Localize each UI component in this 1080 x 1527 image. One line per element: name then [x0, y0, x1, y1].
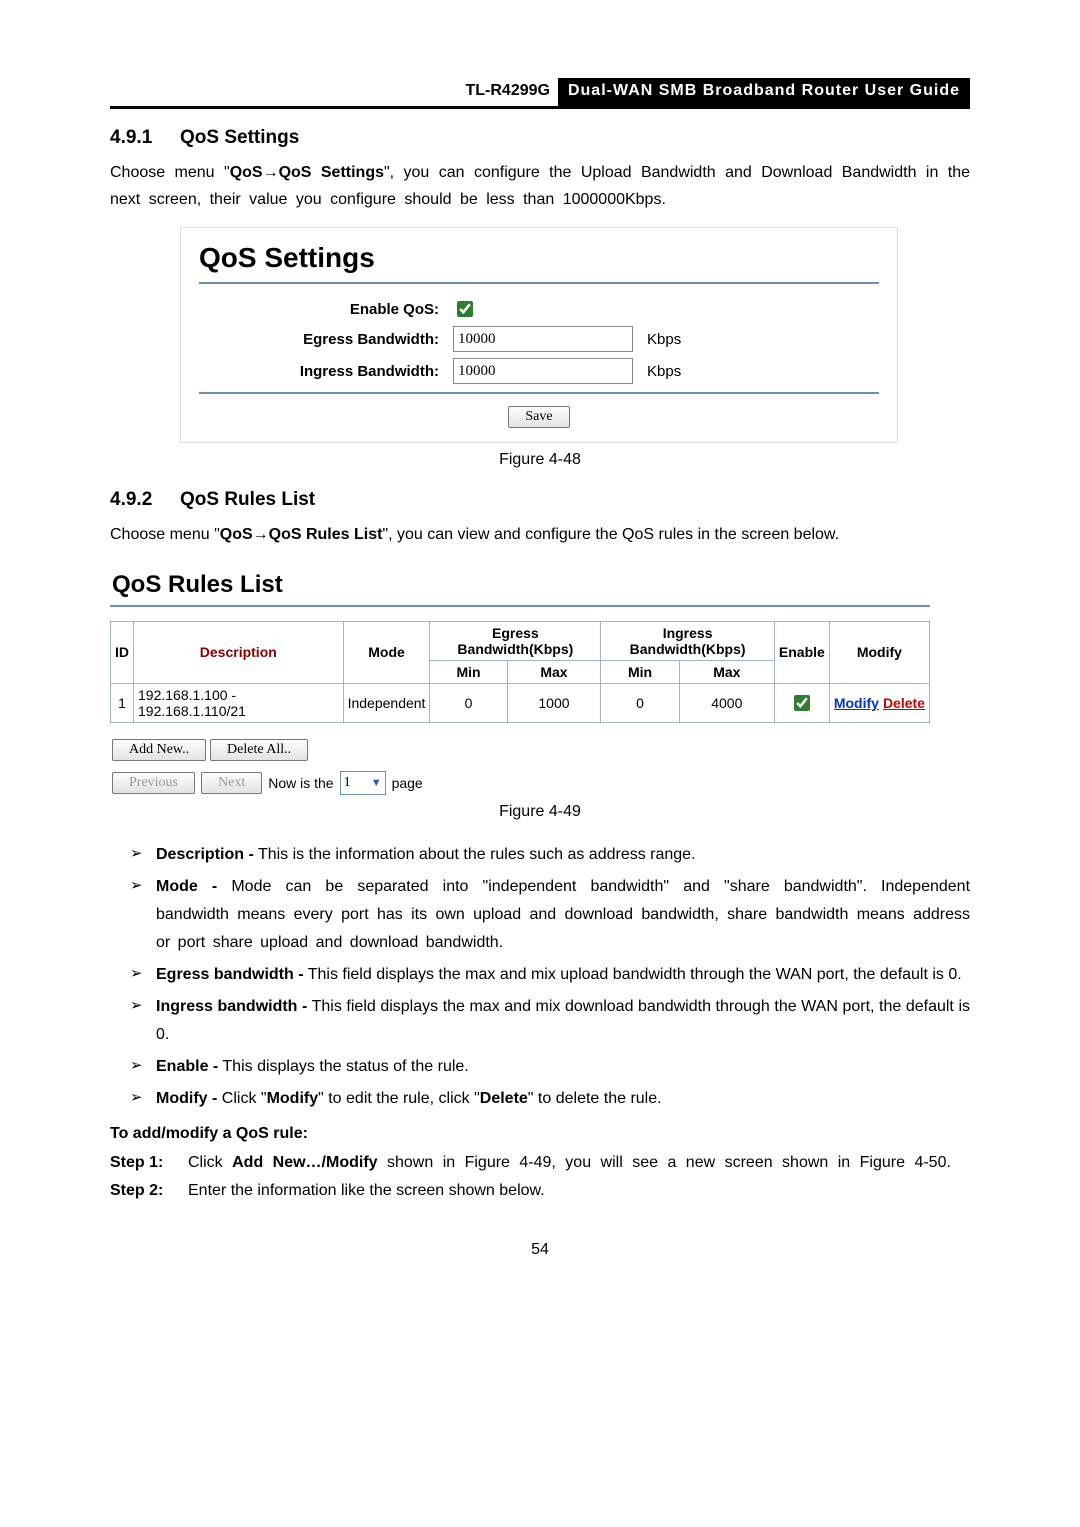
col-egress-max: Max [507, 660, 601, 683]
cell-egress-min: 0 [430, 683, 507, 722]
col-ingress: Ingress Bandwidth(Kbps) [601, 621, 775, 660]
qos-rules-table: ID Description Mode Egress Bandwidth(Kbp… [110, 621, 930, 723]
model-code: TL-R4299G [458, 78, 558, 106]
chevron-down-icon: ▼ [370, 777, 382, 789]
list-item: Modify - Click "Modify" to edit the rule… [130, 1085, 970, 1113]
section-4-9-2-para: Choose menu "QoS→QoS Rules List", you ca… [110, 521, 970, 548]
enable-qos-label: Enable QoS: [199, 301, 453, 318]
page-number: 1 [344, 775, 351, 791]
col-ingress-max: Max [679, 660, 774, 683]
rule-enable-checkbox[interactable] [794, 695, 810, 711]
egress-bandwidth-input[interactable] [453, 326, 633, 352]
cell-egress-max: 1000 [507, 683, 601, 722]
step-label: Step 2: [110, 1177, 188, 1205]
add-modify-heading: To add/modify a QoS rule: [110, 1125, 970, 1143]
section-number: 4.9.2 [110, 489, 180, 511]
table-row: 1 192.168.1.100 - 192.168.1.110/21 Indep… [111, 683, 930, 722]
col-egress: Egress Bandwidth(Kbps) [430, 621, 601, 660]
cell-enable [774, 683, 829, 722]
section-title: QoS Rules List [180, 489, 315, 510]
panel-title: QoS Rules List [112, 571, 930, 599]
qos-settings-panel: QoS Settings Enable QoS: Egress Bandwidt… [180, 227, 898, 443]
page-select[interactable]: 1 ▼ [340, 771, 386, 795]
step-2: Step 2: Enter the information like the s… [110, 1177, 970, 1205]
modify-link[interactable]: Modify [834, 695, 879, 711]
cell-ingress-min: 0 [601, 683, 679, 722]
egress-unit: Kbps [633, 331, 681, 348]
step-label: Step 1: [110, 1149, 188, 1177]
ingress-bandwidth-input[interactable] [453, 358, 633, 384]
step-1: Step 1: Click Add New…/Modify shown in F… [110, 1149, 970, 1177]
col-egress-min: Min [430, 660, 507, 683]
ingress-bandwidth-label: Ingress Bandwidth: [199, 363, 453, 380]
cell-ingress-max: 4000 [679, 683, 774, 722]
col-id: ID [111, 621, 134, 683]
next-button[interactable]: Next [201, 772, 262, 794]
page-header: TL-R4299G Dual-WAN SMB Broadband Router … [110, 78, 970, 109]
enable-qos-checkbox[interactable] [457, 301, 473, 317]
egress-bandwidth-label: Egress Bandwidth: [199, 331, 453, 348]
figure-4-48-caption: Figure 4-48 [110, 451, 970, 469]
col-description: Description [134, 621, 344, 683]
col-modify: Modify [829, 621, 929, 683]
section-4-9-2-heading: 4.9.2QoS Rules List [110, 489, 970, 511]
col-ingress-min: Min [601, 660, 679, 683]
previous-button[interactable]: Previous [112, 772, 195, 794]
delete-all-button[interactable]: Delete All.. [210, 739, 308, 761]
col-mode: Mode [343, 621, 430, 683]
steps-list: Step 1: Click Add New…/Modify shown in F… [110, 1149, 970, 1205]
save-button[interactable]: Save [508, 406, 569, 428]
figure-4-49-caption: Figure 4-49 [110, 803, 970, 821]
now-is-the-label: Now is the [268, 775, 333, 791]
list-item: Ingress bandwidth - This field displays … [130, 993, 970, 1049]
section-4-9-1-heading: 4.9.1QoS Settings [110, 127, 970, 149]
cell-id: 1 [111, 683, 134, 722]
ingress-unit: Kbps [633, 363, 681, 380]
cell-modify: ModifyDelete [829, 683, 929, 722]
list-item: Description - This is the information ab… [130, 841, 970, 869]
cell-description: 192.168.1.100 - 192.168.1.110/21 [134, 683, 344, 722]
list-item: Enable - This displays the status of the… [130, 1053, 970, 1081]
cell-mode: Independent [343, 683, 430, 722]
section-number: 4.9.1 [110, 127, 180, 149]
list-item: Mode - Mode can be separated into "indep… [130, 873, 970, 957]
page-label: page [392, 775, 423, 791]
add-new-button[interactable]: Add New.. [112, 739, 206, 761]
list-item: Egress bandwidth - This field displays t… [130, 961, 970, 989]
doc-title: Dual-WAN SMB Broadband Router User Guide [558, 78, 970, 106]
qos-rules-list-panel: QoS Rules List ID Description Mode Egres… [110, 563, 930, 795]
section-4-9-1-para: Choose menu "QoS→QoS Settings", you can … [110, 159, 970, 213]
delete-link[interactable]: Delete [883, 695, 925, 711]
section-title: QoS Settings [180, 127, 299, 148]
page-number-footer: 54 [110, 1241, 970, 1259]
panel-title: QoS Settings [199, 242, 879, 274]
field-descriptions-list: Description - This is the information ab… [110, 841, 970, 1113]
col-enable: Enable [774, 621, 829, 683]
